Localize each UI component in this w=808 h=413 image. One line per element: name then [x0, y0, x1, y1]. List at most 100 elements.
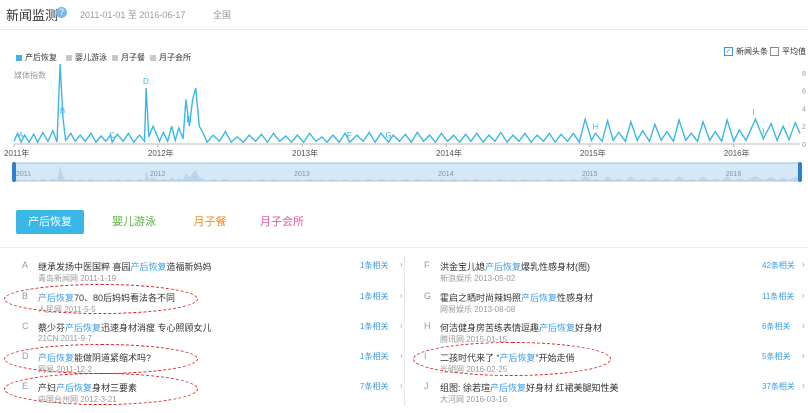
chevron-right-icon[interactable]: › — [400, 321, 403, 330]
related-count-link[interactable]: 1条相关 — [360, 351, 388, 362]
highlight-ellipse — [413, 342, 611, 376]
x-tick-label: 2011年 — [4, 148, 29, 158]
news-source: 青岛新闻网 2011-1-19 — [38, 274, 117, 283]
news-title-link[interactable]: 洪金宝儿媳产后恢复爆乳性感身材(图) — [440, 260, 590, 273]
news-title-link[interactable]: 蔡少芬产后恢复迅速身材消瘦 专心照顾女儿 — [38, 321, 212, 334]
news-title-text: 造福新妈妈 — [166, 262, 212, 272]
checkbox-checked-icon: ✓ — [724, 47, 733, 56]
chevron-right-icon[interactable]: › — [802, 351, 805, 360]
related-count-link[interactable]: 5条相关 — [762, 351, 790, 362]
related-count-link[interactable]: 42条相关 — [762, 260, 795, 271]
y-tick-label: 4 — [802, 106, 806, 113]
news-source: 网易娱乐 2013-08-08 — [440, 305, 516, 314]
chevron-right-icon[interactable]: › — [400, 291, 403, 300]
event-marker-C: C — [109, 131, 115, 140]
event-marker-B: B — [60, 106, 65, 115]
chevron-right-icon[interactable]: › — [802, 260, 805, 269]
chevron-right-icon[interactable]: › — [802, 291, 805, 300]
x-tick-label: 2015年 — [580, 148, 606, 158]
overview-year-label: 2015 — [582, 171, 598, 178]
tabs-divider — [0, 247, 808, 248]
x-tick-label: 2014年 — [436, 148, 462, 158]
event-marker-A: A — [18, 131, 24, 140]
keyword-highlight: 产后恢复 — [490, 383, 527, 393]
highlight-ellipse — [4, 284, 198, 314]
keyword-highlight: 产后恢复 — [539, 323, 576, 333]
chevron-right-icon[interactable]: › — [802, 381, 805, 390]
news-title-text: 爆乳性感身材(图) — [521, 262, 591, 272]
keyword-highlight: 产后恢复 — [65, 323, 102, 333]
news-source: 21CN 2011-9-7 — [38, 334, 93, 343]
event-marker-G: G — [385, 131, 391, 140]
news-title-link[interactable]: 继承发扬中医国粹 喜园产后恢复造福新妈妈 — [38, 260, 212, 273]
date-range[interactable]: 2011-01-01 至 2016-06-17 — [80, 8, 185, 21]
highlight-ellipse — [4, 373, 198, 405]
range-selector[interactable]: 2011 2012 2013 2014 2015 2016 — [0, 162, 808, 182]
event-marker-D: D — [143, 77, 149, 86]
related-count-link[interactable]: 37条相关 — [762, 381, 795, 392]
related-count-link[interactable]: 1条相关 — [360, 321, 388, 332]
column-divider — [404, 256, 405, 406]
overview-year-label: 2016 — [726, 171, 742, 178]
series-line — [13, 63, 801, 144]
news-title-link[interactable]: 霍启之晒时尚辣妈照产后恢复性感身材 — [440, 291, 593, 304]
tab-婴儿游泳[interactable]: 婴儿游泳 — [104, 210, 164, 234]
highlight-ellipse — [4, 344, 198, 374]
news-letter: G — [424, 291, 432, 301]
news-letter: A — [22, 260, 29, 270]
news-title-text: 迅速身材消瘦 专心照顾女儿 — [101, 323, 212, 333]
page-title: 新闻监测 — [6, 8, 59, 23]
media-index-chart[interactable]: 8 6 4 2 0 2011年 2012年 2013年 2014年 2015年 2016年 A B C D E… — [0, 60, 808, 160]
region-selector[interactable]: 全国 — [213, 8, 231, 21]
chevron-right-icon[interactable]: › — [400, 260, 403, 269]
news-title-text: 霍启之晒时尚辣妈照 — [440, 293, 522, 303]
y-tick-label: 6 — [802, 89, 806, 96]
news-item: J 组图: 徐若瑄产后恢复好身材 红裙美腿知性美 大河网 2016-03-16 37条… — [424, 381, 808, 411]
help-icon[interactable]: ? — [56, 7, 67, 18]
y-tick-label: 0 — [802, 142, 806, 149]
related-count-link[interactable]: 1条相关 — [360, 260, 388, 271]
overview-year-label: 2013 — [294, 171, 310, 178]
event-marker-E: E — [186, 115, 191, 124]
overview-year-label: 2014 — [438, 171, 454, 178]
keyword-highlight: 产后恢复 — [521, 293, 558, 303]
tab-月子会所[interactable]: 月子会所 — [252, 210, 312, 234]
news-title-link[interactable]: 何洁健身房苦练表情逗趣产后恢复好身材 — [440, 321, 602, 334]
event-marker-I: I — [752, 108, 754, 117]
news-title-text: 何洁健身房苦练表情逗趣 — [440, 323, 540, 333]
news-letter: J — [424, 381, 429, 391]
related-count-link[interactable]: 7条相关 — [360, 381, 388, 392]
news-title-text: 性感身材 — [557, 293, 594, 303]
average-checkbox[interactable]: 平均值 — [770, 46, 806, 57]
chevron-right-icon[interactable]: › — [802, 321, 805, 330]
news-title-text: 好身材 — [575, 323, 603, 333]
chevron-right-icon[interactable]: › — [400, 381, 403, 390]
event-marker-J: J — [760, 128, 764, 137]
news-title-text: 组图: 徐若瑄 — [440, 383, 491, 393]
checkbox-label: 平均值 — [782, 47, 806, 56]
news-title-text: 继承发扬中医国粹 喜园 — [38, 262, 131, 272]
range-handle-left[interactable] — [12, 162, 16, 182]
news-item: G 霍启之晒时尚辣妈照产后恢复性感身材 网易娱乐 2013-08-08 11条相关 › — [424, 291, 808, 321]
keyword-highlight: 产后恢复 — [130, 262, 167, 272]
x-tick-label: 2012年 — [148, 148, 174, 158]
headline-checkbox[interactable]: ✓ 新闻头条 — [724, 46, 768, 57]
range-handle-right[interactable] — [798, 162, 802, 182]
chevron-right-icon[interactable]: › — [400, 351, 403, 360]
event-marker-H: H — [592, 122, 598, 131]
related-count-link[interactable]: 6条相关 — [762, 321, 790, 332]
tab-月子餐[interactable]: 月子餐 — [180, 210, 240, 234]
overview-year-label: 2012 — [150, 171, 166, 178]
news-item: F 洪金宝儿媳产后恢复爆乳性感身材(图) 新浪娱乐 2013-05-02 42条相关 › — [424, 260, 808, 290]
related-count-link[interactable]: 11条相关 — [762, 291, 794, 302]
x-tick-label: 2013年 — [292, 148, 318, 158]
news-source: 大河网 2016-03-16 — [440, 395, 508, 404]
news-letter: C — [22, 321, 29, 331]
news-title-text: 好身材 红裙美腿知性美 — [526, 383, 619, 393]
header-divider — [0, 29, 808, 30]
tab-产后恢复[interactable]: 产后恢复 — [16, 210, 84, 234]
related-count-link[interactable]: 1条相关 — [360, 291, 388, 302]
news-letter: H — [424, 321, 431, 331]
news-title-link[interactable]: 组图: 徐若瑄产后恢复好身材 红裙美腿知性美 — [440, 381, 619, 394]
event-marker-F: F — [347, 131, 352, 140]
